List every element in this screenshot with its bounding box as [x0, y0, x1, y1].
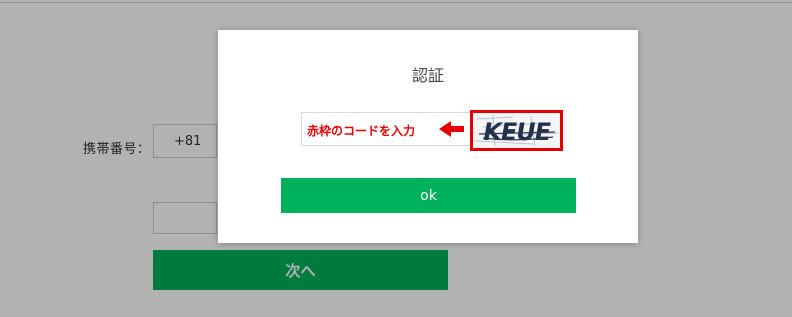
ok-button[interactable]: ok	[281, 178, 576, 213]
arrow-left-icon	[439, 121, 464, 137]
captcha-input[interactable]: 赤枠のコードを入力	[301, 112, 471, 146]
dialog-title: 認証	[411, 66, 444, 85]
verification-dialog: 認証 赤枠のコードを入力 KEUE ok	[218, 30, 638, 243]
captcha-hint-label: 赤枠のコードを入力	[307, 124, 416, 138]
captcha-image: KEUE	[470, 110, 563, 151]
